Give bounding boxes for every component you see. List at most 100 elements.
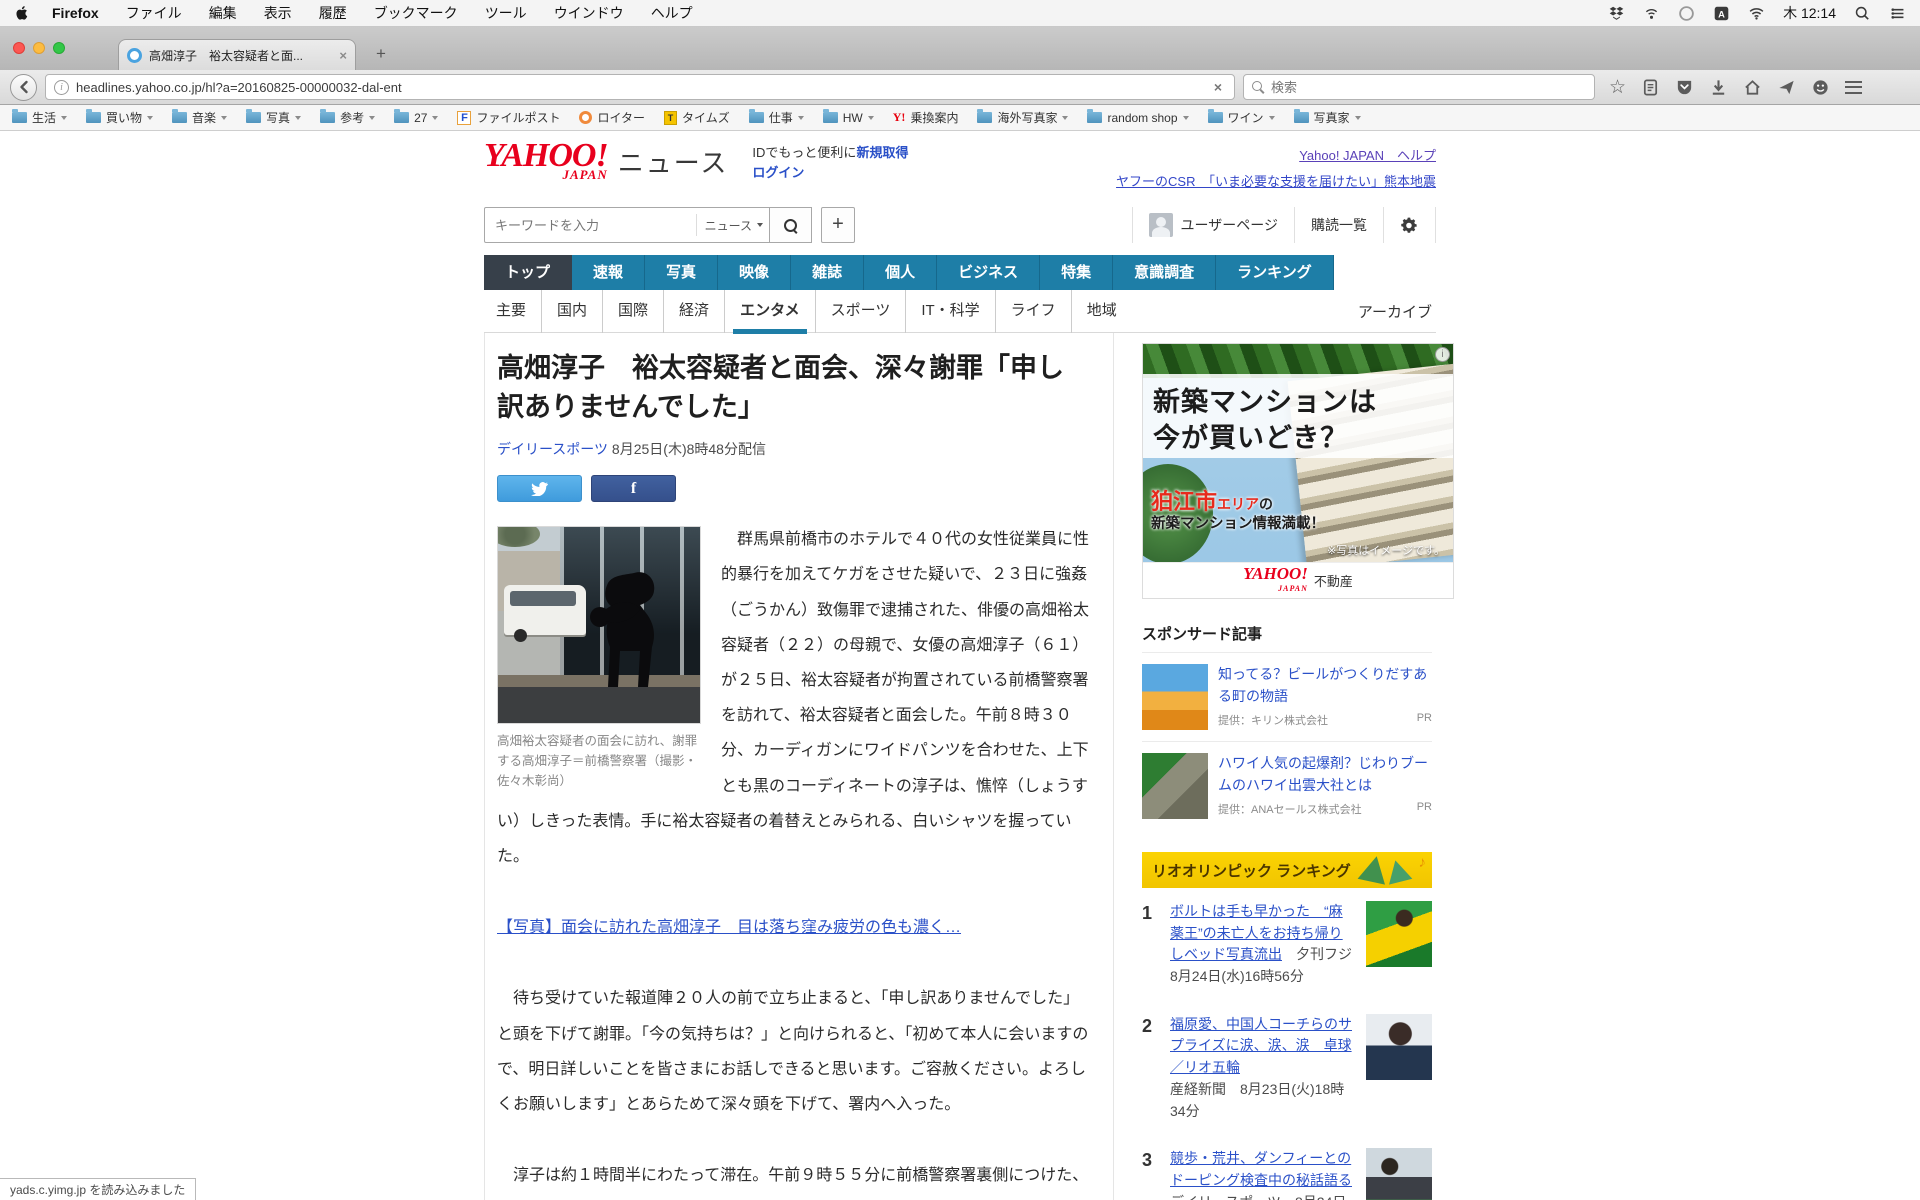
sponsored-title[interactable]: ハワイ人気の起爆剤？じわりブームのハワイ出雲大社とは <box>1218 753 1432 796</box>
ranking-item[interactable]: 3 競歩・荒井、ダンフィーとのドーピング検査中の秘話語るデイリースポーツ 8月2… <box>1142 1135 1432 1200</box>
back-button[interactable] <box>10 74 37 101</box>
bookmark-folder-life[interactable]: 生活 <box>12 109 67 126</box>
settings-button[interactable] <box>1383 207 1436 243</box>
airdrop-icon[interactable] <box>1643 5 1660 22</box>
user-page-link[interactable]: ユーザーページ <box>1132 207 1294 243</box>
ad-image[interactable]: 新築マンションは 今が買いどき？ 狛江市エリアの 新築マンション情報満載！ ※写… <box>1143 344 1453 562</box>
bookmark-transit[interactable]: Y!乗換案内 <box>893 109 959 126</box>
menu-clock[interactable]: 木 12:14 <box>1783 3 1836 23</box>
menu-tools[interactable]: ツール <box>485 3 527 23</box>
downloads-icon[interactable] <box>1709 78 1728 97</box>
subnav-life[interactable]: ライフ <box>995 290 1071 333</box>
add-search-button[interactable]: + <box>821 207 855 243</box>
article-photo[interactable] <box>497 526 701 724</box>
signup-link[interactable]: 新規取得 <box>856 145 908 160</box>
subnav-it-science[interactable]: IT・科学 <box>905 290 994 333</box>
browser-search-bar[interactable] <box>1243 74 1595 100</box>
window-zoom-button[interactable] <box>53 42 65 54</box>
nav-tab-ranking[interactable]: ランキング <box>1216 255 1334 290</box>
new-tab-button[interactable]: + <box>368 42 394 66</box>
browser-search-input[interactable] <box>1271 80 1586 95</box>
subnav-entertainment[interactable]: エンタメ <box>724 290 815 333</box>
apple-icon[interactable] <box>14 5 30 21</box>
dropbox-icon[interactable] <box>1608 5 1625 22</box>
bookmark-folder-wine[interactable]: ワイン <box>1208 109 1275 126</box>
twitter-share-button[interactable] <box>497 475 582 502</box>
window-close-button[interactable] <box>13 42 25 54</box>
browser-tab[interactable]: 高畑淳子 裕太容疑者と面... × <box>118 39 356 70</box>
bookmark-folder-work[interactable]: 仕事 <box>749 109 804 126</box>
stop-button[interactable]: × <box>1210 79 1226 95</box>
nav-tab-photo[interactable]: 写真 <box>645 255 718 290</box>
bookmark-folder-overseas-photographers[interactable]: 海外写真家 <box>977 109 1068 126</box>
bookmark-folder-hw[interactable]: HW <box>823 111 874 125</box>
source-link[interactable]: デイリースポーツ <box>497 441 608 457</box>
login-link[interactable]: ログイン <box>752 165 804 180</box>
menu-history[interactable]: 履歴 <box>319 3 347 23</box>
menu-window[interactable]: ウインドウ <box>554 3 624 23</box>
bookmark-folder-shopping[interactable]: 買い物 <box>86 109 153 126</box>
sponsored-title[interactable]: 知ってる？ビールがつくりだすある町の物語 <box>1218 664 1432 707</box>
nav-tab-poll[interactable]: 意識調査 <box>1113 255 1216 290</box>
menu-bookmarks[interactable]: ブックマーク <box>374 3 458 23</box>
nav-tab-feature[interactable]: 特集 <box>1040 255 1113 290</box>
bookmark-times[interactable]: Tタイムズ <box>664 109 730 126</box>
url-text[interactable]: headlines.yahoo.co.jp/hl?a=20160825-0000… <box>76 80 1203 95</box>
sponsored-item[interactable]: 知ってる？ビールがつくりだすある町の物語 提供：キリン株式会社PR <box>1142 652 1432 741</box>
menu-file[interactable]: ファイル <box>126 3 182 23</box>
bookmark-filepost[interactable]: Fファイルポスト <box>457 109 560 126</box>
search-scope-dropdown[interactable]: ニュース <box>696 214 763 236</box>
subnav-world[interactable]: 国際 <box>602 290 663 333</box>
news-search-box[interactable]: ニュース <box>484 207 770 243</box>
bookmark-folder-27[interactable]: 27 <box>394 111 438 125</box>
bookmark-star-icon[interactable]: ☆ <box>1609 78 1626 97</box>
ranking-item[interactable]: 1 ボルトは手も早かった “麻薬王”の未亡人をお持ち帰りしベッド写真流出 夕刊フ… <box>1142 888 1432 1001</box>
news-search-button[interactable] <box>770 207 812 243</box>
subnav-archive[interactable]: アーカイブ <box>1358 301 1436 322</box>
notification-center-icon[interactable] <box>1889 5 1906 22</box>
subnav-economy[interactable]: 経済 <box>663 290 724 333</box>
facebook-share-button[interactable]: f <box>591 475 676 502</box>
spotlight-icon[interactable] <box>1854 5 1871 22</box>
ranking-title-link[interactable]: 福原愛、中国人コーチらのサプライズに涙、涙、涙 卓球／リオ五輪 <box>1170 1016 1352 1075</box>
nav-tab-flash[interactable]: 速報 <box>572 255 645 290</box>
ad-brand-row[interactable]: YAHOO!JAPAN 不動産 <box>1143 562 1453 598</box>
site-info-icon[interactable]: i <box>54 80 69 95</box>
nav-tab-top[interactable]: トップ <box>484 255 572 290</box>
bookmark-reuters[interactable]: ロイター <box>579 109 645 126</box>
sponsored-item[interactable]: ハワイ人気の起爆剤？じわりブームのハワイ出雲大社とは 提供：ANAセールス株式会… <box>1142 741 1432 830</box>
wifi-icon[interactable] <box>1748 5 1765 22</box>
yahoo-logo[interactable]: YAHOO! JAPAN <box>484 141 608 183</box>
menu-view[interactable]: 表示 <box>264 3 292 23</box>
subscriptions-link[interactable]: 購読一覧 <box>1294 207 1383 243</box>
reading-list-icon[interactable] <box>1641 78 1660 97</box>
subnav-main[interactable]: 主要 <box>484 290 541 333</box>
ad-info-icon[interactable]: i <box>1435 347 1450 362</box>
ad-banner[interactable]: 新築マンションは 今が買いどき？ 狛江市エリアの 新築マンション情報満載！ ※写… <box>1142 343 1454 599</box>
menu-edit[interactable]: 編集 <box>209 3 237 23</box>
tab-close-icon[interactable]: × <box>339 48 347 63</box>
subnav-region[interactable]: 地域 <box>1071 290 1132 333</box>
subnav-sports[interactable]: スポーツ <box>815 290 906 333</box>
bookmark-folder-reference[interactable]: 参考 <box>320 109 375 126</box>
input-source-icon[interactable]: A <box>1713 5 1730 22</box>
subnav-domestic[interactable]: 国内 <box>541 290 602 333</box>
home-icon[interactable] <box>1743 78 1762 97</box>
ranking-item[interactable]: 2 福原愛、中国人コーチらのサプライズに涙、涙、涙 卓球／リオ五輪産経新聞 8月… <box>1142 1001 1432 1135</box>
menu-help[interactable]: ヘルプ <box>651 3 693 23</box>
pocket-icon[interactable] <box>1675 78 1694 97</box>
csr-kumamoto-link[interactable]: ヤフーのCSR 「いま必要な支援を届けたい」熊本地震 <box>1116 174 1436 189</box>
menu-firefox[interactable]: Firefox <box>52 5 99 21</box>
bookmark-folder-music[interactable]: 音楽 <box>172 109 227 126</box>
menu-hamburger-icon[interactable] <box>1845 81 1862 94</box>
yahoo-help-link[interactable]: Yahoo! JAPAN ヘルプ <box>1299 148 1436 163</box>
bookmark-folder-random-shop[interactable]: random shop <box>1087 111 1188 125</box>
url-bar[interactable]: i headlines.yahoo.co.jp/hl?a=20160825-00… <box>45 74 1235 100</box>
news-search-input[interactable] <box>495 218 696 233</box>
window-minimize-button[interactable] <box>33 42 45 54</box>
nav-tab-magazine[interactable]: 雑誌 <box>791 255 864 290</box>
service-name[interactable]: ニュース <box>618 143 729 180</box>
photo-gallery-link[interactable]: 【写真】面会に訪れた高畑淳子 目は落ち窪み疲労の色も濃く… <box>497 919 961 936</box>
ranking-title-link[interactable]: 競歩・荒井、ダンフィーとのドーピング検査中の秘話語る <box>1170 1150 1352 1188</box>
creative-cloud-icon[interactable] <box>1678 5 1695 22</box>
